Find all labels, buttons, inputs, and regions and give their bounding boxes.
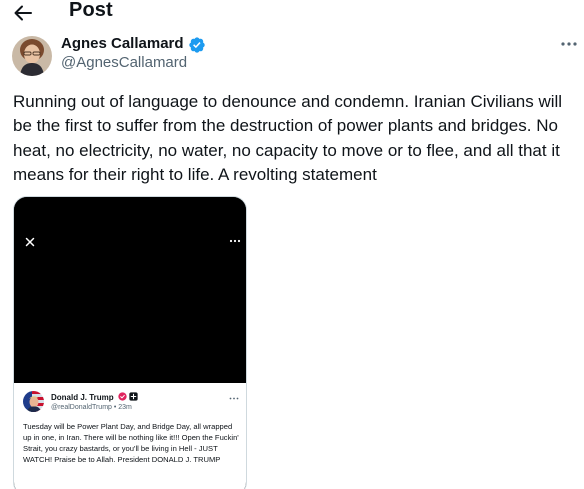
more-horizontal-icon xyxy=(229,397,239,400)
arrow-left-icon[interactable] xyxy=(12,2,34,24)
embedded-author-name: Donald J. Trump xyxy=(51,393,114,402)
post-text: Running out of language to denounce and … xyxy=(13,92,563,184)
embedded-handle-time: @realDonaldTrump • 23m xyxy=(51,404,132,411)
author-handle[interactable]: @AgnesCallamard xyxy=(61,54,187,71)
post-media[interactable]: Donald J. Trump @realDonaldTrump • 23m T… xyxy=(13,196,247,489)
verified-badge-icon xyxy=(189,37,205,53)
avatar[interactable] xyxy=(12,36,52,76)
plus-badge-icon xyxy=(129,392,138,401)
page-title: Post xyxy=(69,0,113,21)
author-name[interactable]: Agnes Callamard xyxy=(61,35,184,52)
top-bar: Post xyxy=(0,0,584,26)
embedded-post-text: Tuesday will be Power Plant Day, and Bri… xyxy=(23,422,239,464)
more-horizontal-icon[interactable] xyxy=(559,36,579,52)
more-horizontal-icon xyxy=(229,239,241,243)
media-video-area xyxy=(14,197,246,383)
close-icon xyxy=(25,237,35,247)
embedded-post-card: Donald J. Trump @realDonaldTrump • 23m T… xyxy=(14,383,246,489)
verified-badge-icon xyxy=(118,392,127,401)
embedded-avatar xyxy=(23,391,44,412)
